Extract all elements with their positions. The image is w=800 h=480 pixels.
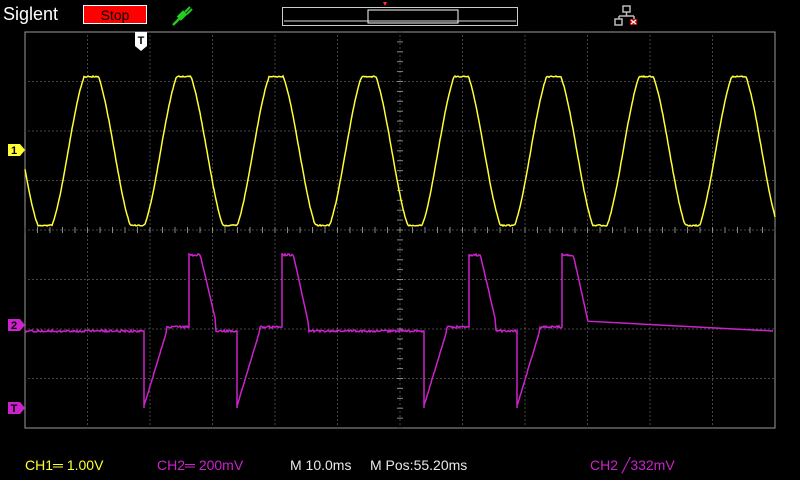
run-stop-indicator[interactable]: Stop	[83, 5, 147, 24]
brand-logo: Siglent	[3, 4, 58, 25]
svg-text:T: T	[11, 403, 18, 415]
ch2-scale-readout[interactable]: CH2═ 200mV	[157, 457, 243, 473]
horizontal-position-readout[interactable]: M Pos:55.20ms	[370, 457, 467, 473]
scope-display: T 1 2 T	[0, 0, 800, 480]
probe-icon	[170, 4, 194, 28]
svg-text:T: T	[138, 35, 145, 47]
trigger-level-marker[interactable]: T	[8, 402, 25, 415]
svg-text:1: 1	[11, 145, 17, 157]
svg-text:2: 2	[11, 320, 17, 332]
ch2-marker[interactable]: 2	[8, 319, 25, 332]
bottom-status-bar: CH1═ 1.00V CH2═ 200mV M 10.0ms M Pos:55.…	[0, 452, 800, 480]
memory-overview-bar[interactable]	[282, 7, 518, 26]
trigger-readout[interactable]: CH2 ╱332mV	[590, 457, 675, 474]
ch1-scale-readout[interactable]: CH1═ 1.00V	[25, 457, 103, 473]
top-status-bar: Siglent Stop	[0, 0, 800, 32]
timebase-readout[interactable]: M 10.0ms	[290, 457, 351, 473]
ch1-marker[interactable]: 1	[8, 144, 25, 157]
network-disconnected-icon	[614, 5, 640, 27]
